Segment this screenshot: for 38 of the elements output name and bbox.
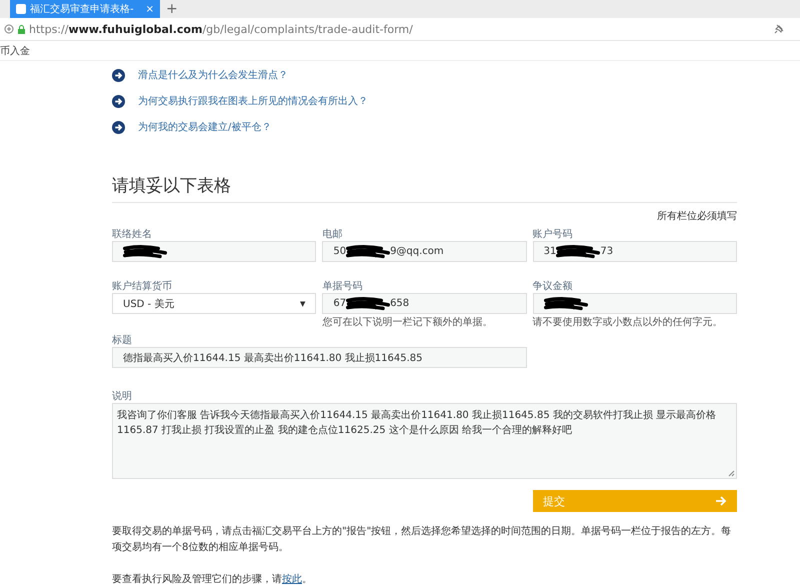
bookmark-item[interactable]: 币入金 (0, 44, 30, 58)
subject-field[interactable]: 德指最高买入价11644.15 最高卖出价11641.80 我止损11645.85 (112, 347, 527, 368)
resize-handle-icon[interactable] (728, 470, 735, 477)
new-tab-button[interactable]: + (166, 0, 178, 18)
faq-link[interactable]: 为何交易执行跟我在图表上所见的情况会有所出入？ (138, 94, 368, 108)
field-label: 账户号码 (532, 228, 574, 239)
faq-link[interactable]: 为何我的交易会建立/被平仓？ (138, 120, 272, 134)
input-field[interactable] (532, 293, 737, 314)
arrow-circle-icon (112, 94, 125, 108)
arrow-circle-icon (112, 68, 125, 82)
description-field[interactable]: 我咨询了你们客服 告诉我今天德指最高买入价11644.15 最高卖出价11641.80 我止损11645.85 我的交易软件打我止损 显示最高价格1165.87 打我止损 打我设置的止盈 我的建仓点位11625.25 这个是什么原因 给我一个合理的解释好吧 (112, 403, 737, 479)
input-field[interactable]: 50 9@qq.com (322, 241, 527, 262)
field-label: 标题 (112, 334, 133, 345)
arrow-right-icon (715, 496, 727, 506)
here-link[interactable]: 按此 (282, 574, 302, 585)
field-label: 电邮 (322, 228, 344, 239)
info-paragraph: 要查看执行风险及管理它们的步骤，请按此。 (112, 572, 313, 585)
field-hint: 请不要使用数字或小数点以外的任何字元。 (532, 316, 724, 329)
required-note: 所有栏位必须填写 (657, 211, 737, 222)
arrow-circle-icon (112, 120, 125, 134)
site-favicon (16, 4, 26, 14)
info-paragraph: 要取得交易的单据号码，请点击福汇交易平台上方的"报告"按钮，然后选择您希望选择的时间范围的日期。单据号码一栏位于报告的左方。每项交易均有一个8位数的相应单据号码。 (112, 524, 732, 555)
input-field[interactable]: 67 658 (322, 293, 527, 314)
shield-icon (4, 24, 14, 34)
form-heading: 请填妥以下表格 (112, 174, 737, 203)
field-label: 联络姓名 (112, 228, 153, 239)
field-label: 单据号码 (322, 280, 364, 291)
input-field[interactable]: 31 73 (532, 241, 737, 262)
lock-icon (18, 24, 25, 34)
input-field[interactable] (112, 241, 316, 262)
field-label: 争议金额 (532, 280, 574, 291)
address-field[interactable]: https://www.fuhuiglobal.com/gb/legal/complaints/trade-audit-form/ (29, 22, 413, 36)
field-label: 账户结算货币 (112, 280, 173, 291)
faq-link[interactable]: 滑点是什么及为什么会发生滑点？ (138, 68, 288, 82)
pin-icon[interactable] (774, 24, 784, 34)
field-hint: 您可在以下说明一栏记下额外的单据。 (322, 316, 494, 329)
tab-title: 福汇交易审查申请表格- (30, 2, 135, 16)
field-label: 说明 (112, 390, 133, 401)
